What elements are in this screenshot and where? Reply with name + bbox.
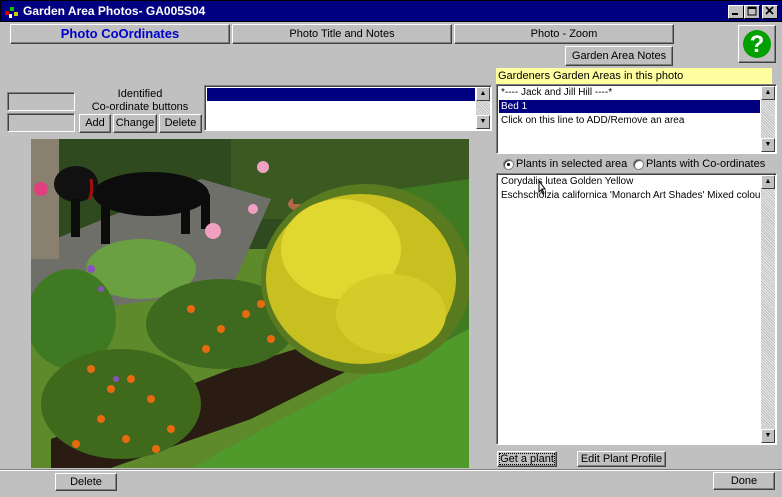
identified-label: Identified Co-ordinate buttons [78,88,202,114]
radio-plants-in-selected-area-label[interactable]: Plants in selected area [516,158,627,170]
garden-photo[interactable] [31,139,469,468]
text-cursor-icon [538,181,546,195]
app-icon [5,7,18,18]
scroll-up-icon[interactable]: ▲ [761,175,775,189]
scroll-down-icon[interactable]: ▼ [761,429,775,443]
radio-plants-with-coordinates[interactable] [633,159,644,170]
add-coordinate-button[interactable]: Add [79,114,111,133]
maximize-button[interactable] [744,5,760,19]
coordinate-list-selected-row[interactable] [207,88,475,101]
delete-coordinate-button[interactable]: Delete [159,114,202,133]
garden-areas-list[interactable]: *---- Jack and Jill Hill ----* Bed 1 Cli… [496,84,777,154]
identified-label-line2: Co-ordinate buttons [91,101,189,113]
get-a-plant-button[interactable]: Get a plant [497,451,557,467]
window-title: Garden Area Photos- GA005S04 [23,4,206,18]
tab-photo-zoom[interactable]: Photo - Zoom [454,24,674,44]
change-coordinate-button[interactable]: Change [113,114,157,133]
minimize-icon [732,13,738,15]
radio-plants-with-coordinates-label[interactable]: Plants with Co-ordinates [646,158,765,170]
help-button[interactable]: ? [738,25,776,63]
close-button[interactable] [762,5,778,19]
garden-area-notes-button[interactable]: Garden Area Notes [565,46,673,66]
coordinate-list-scrollbar[interactable]: ▲ ▼ [476,87,490,129]
tab-photo-coordinates[interactable]: Photo CoOrdinates [10,24,230,44]
svg-text:?: ? [750,31,765,58]
garden-area-item[interactable]: *---- Jack and Jill Hill ----* [499,86,760,99]
title-bar[interactable]: Garden Area Photos- GA005S04 [0,0,782,22]
scroll-up-icon[interactable]: ▲ [476,87,490,101]
scroll-up-icon[interactable]: ▲ [761,86,775,100]
minimize-button[interactable] [728,5,744,19]
garden-photo-image [31,139,469,468]
done-button[interactable]: Done [713,472,775,490]
garden-areas-scrollbar[interactable]: ▲ ▼ [761,86,775,152]
garden-areas-header: Gardeners Garden Areas in this photo [496,68,772,84]
garden-area-item-selected[interactable]: Bed 1 [499,100,760,113]
plants-list[interactable]: Corydalis lutea Golden Yellow Eschscholz… [496,173,777,445]
scroll-down-icon[interactable]: ▼ [761,138,775,152]
help-icon: ? [743,30,771,58]
garden-area-add-remove-item[interactable]: Click on this line to ADD/Remove an area [499,114,760,127]
footer-divider-highlight [0,470,782,471]
radio-plants-in-selected-area[interactable] [503,159,514,170]
plants-list-scrollbar[interactable]: ▲ ▼ [761,175,775,443]
coordinate-field-1[interactable] [7,92,75,111]
delete-photo-button[interactable]: Delete [55,473,117,491]
scroll-down-icon[interactable]: ▼ [476,115,490,129]
identified-label-line1: Identified [117,88,163,100]
close-icon [765,6,774,15]
coordinate-field-2[interactable] [7,113,75,132]
maximize-icon [747,6,757,16]
tab-photo-title-notes[interactable]: Photo Title and Notes [232,24,452,44]
coordinate-list[interactable]: ▲ ▼ [204,85,492,131]
edit-plant-profile-button[interactable]: Edit Plant Profile [577,451,666,467]
